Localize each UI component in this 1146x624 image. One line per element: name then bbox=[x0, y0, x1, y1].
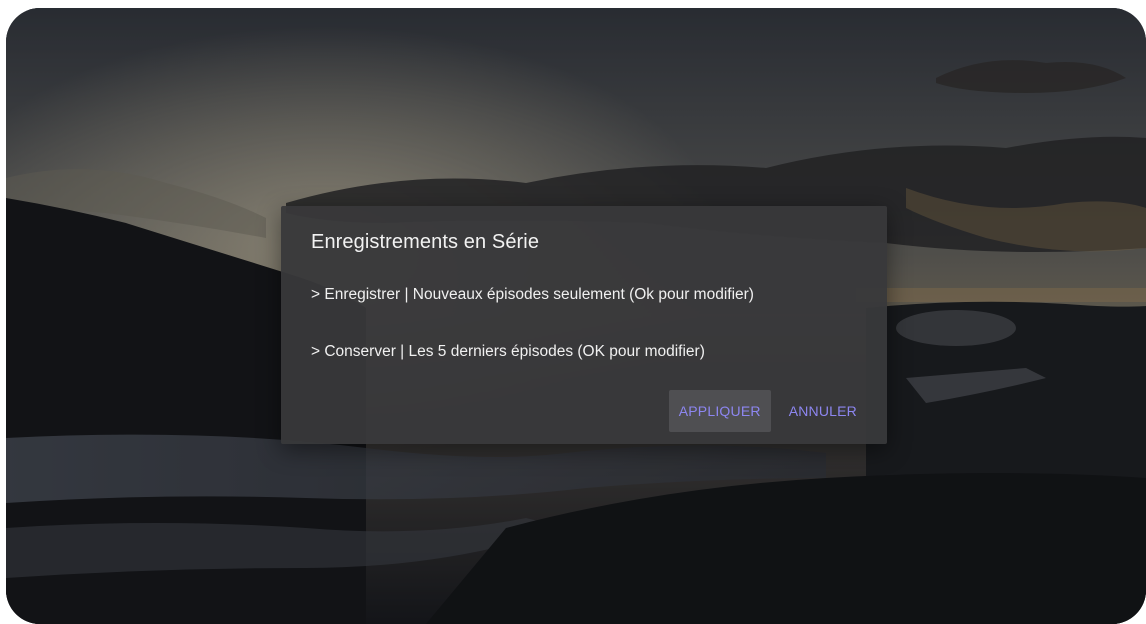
cancel-button[interactable]: ANNULER bbox=[779, 390, 867, 432]
apply-button[interactable]: APPLIQUER bbox=[668, 390, 771, 432]
tv-screen: Enregistrements en Série > Enregistrer |… bbox=[6, 8, 1146, 624]
dialog-title: Enregistrements en Série bbox=[311, 231, 540, 253]
dialog-actions: APPLIQUER ANNULER bbox=[668, 390, 867, 432]
series-recording-dialog: Enregistrements en Série > Enregistrer |… bbox=[281, 206, 887, 444]
record-option[interactable]: > Enregistrer | Nouveaux épisodes seulem… bbox=[311, 286, 754, 304]
keep-option[interactable]: > Conserver | Les 5 derniers épisodes (O… bbox=[311, 343, 705, 361]
